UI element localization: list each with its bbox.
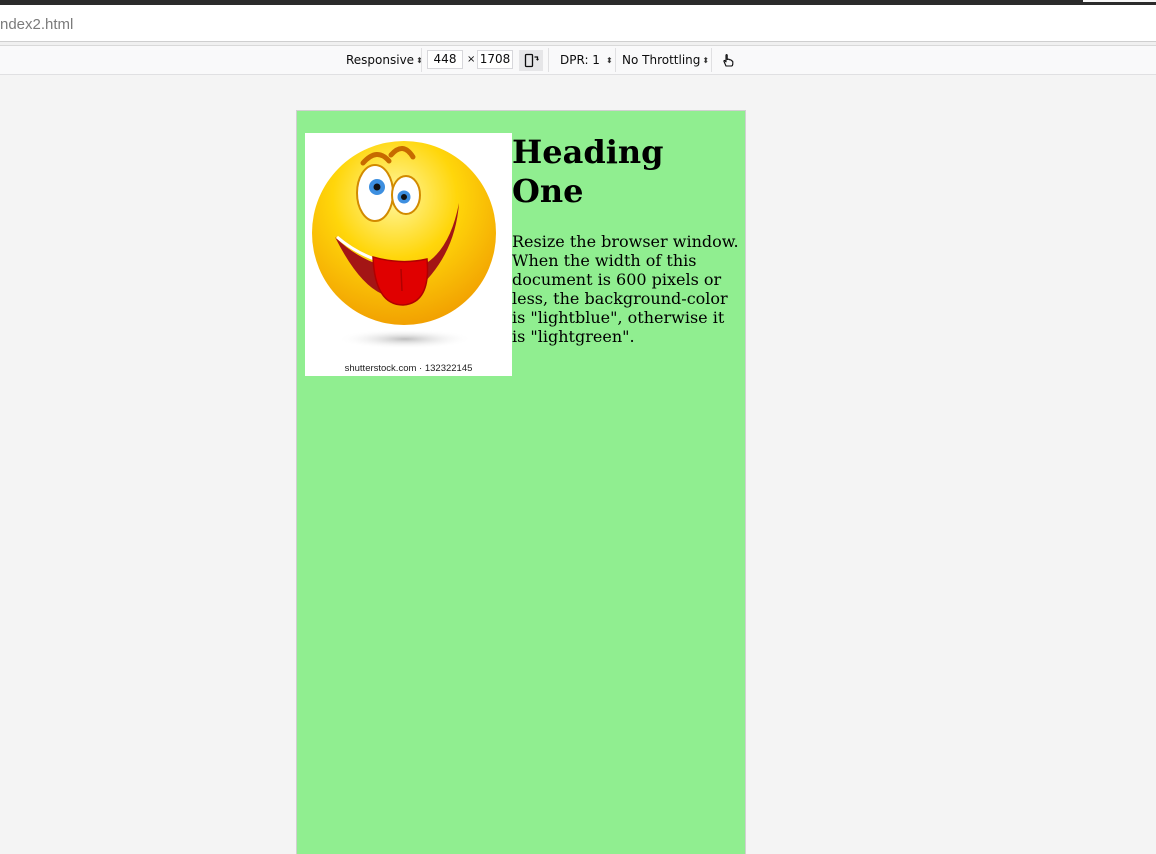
dpr-selector[interactable]: DPR: 1 ⬍ (560, 46, 613, 74)
rotate-viewport-button[interactable] (519, 50, 543, 71)
smiley-face-icon (312, 141, 496, 349)
device-selector-label: Responsive (346, 53, 415, 67)
viewport-height-input[interactable]: 1708 (477, 50, 513, 69)
page-paragraph: Resize the browser window. When the widt… (512, 232, 739, 346)
responsive-design-toolbar: Responsive ⬍ 448 × 1708 DPR: 1 ⬍ No Thrott… (0, 46, 1156, 75)
separator (711, 48, 712, 72)
throttling-label: No Throttling (622, 53, 701, 67)
page-heading: Heading One (512, 133, 664, 210)
image-caption: shutterstock.com · 132322145 (344, 363, 473, 374)
times-symbol: × (467, 54, 476, 65)
tab-edge (1083, 0, 1156, 2)
updown-arrows-icon: ⬍ (605, 56, 613, 65)
updown-arrows-icon: ⬍ (702, 56, 710, 65)
device-selector[interactable]: Responsive ⬍ (346, 46, 423, 74)
smiley-image: shutterstock.com · 132322145 (305, 133, 512, 376)
address-bar-url[interactable]: ndex2.html (0, 5, 73, 42)
separator (615, 48, 616, 72)
touch-hand-icon (723, 53, 734, 67)
touch-simulation-button[interactable] (716, 50, 740, 71)
separator (548, 48, 549, 72)
throttling-selector[interactable]: No Throttling ⬍ (622, 46, 709, 74)
rotate-icon (524, 53, 539, 68)
viewport-width-input[interactable]: 448 (427, 50, 463, 69)
dpr-label: DPR: 1 (560, 53, 600, 67)
separator (421, 48, 422, 72)
responsive-viewport: shutterstock.com · 132322145 Heading One… (297, 111, 745, 854)
address-bar[interactable]: ndex2.html (0, 5, 1156, 42)
